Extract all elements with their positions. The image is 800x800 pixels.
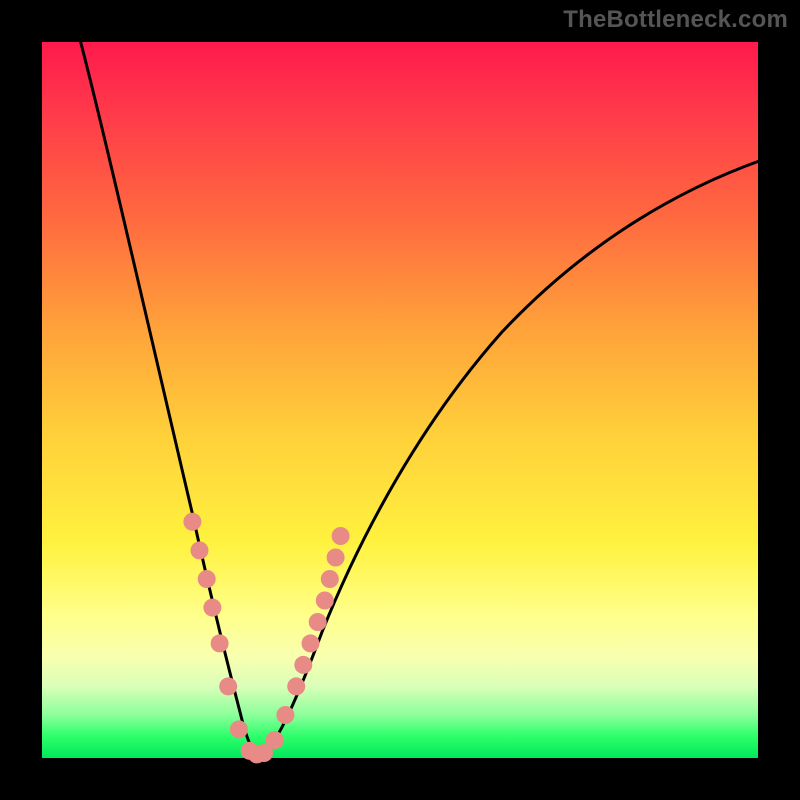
highlight-dot bbox=[211, 634, 229, 652]
highlight-dot bbox=[294, 656, 312, 674]
outer-frame: TheBottleneck.com bbox=[0, 0, 800, 800]
highlight-dot bbox=[230, 720, 248, 738]
highlight-dot bbox=[302, 634, 320, 652]
highlight-dot bbox=[309, 613, 327, 631]
highlight-dot bbox=[203, 599, 221, 617]
highlight-dot bbox=[287, 677, 305, 695]
highlight-dot bbox=[316, 592, 334, 610]
highlight-dot bbox=[327, 549, 345, 567]
highlight-dot bbox=[332, 527, 350, 545]
watermark-text: TheBottleneck.com bbox=[563, 6, 788, 34]
bottleneck-curve-right bbox=[258, 160, 762, 756]
highlight-dot bbox=[198, 570, 216, 588]
highlight-dot bbox=[183, 513, 201, 531]
highlight-dot bbox=[266, 731, 284, 749]
highlight-dot bbox=[219, 677, 237, 695]
highlight-dot bbox=[321, 570, 339, 588]
highlight-dot bbox=[276, 706, 294, 724]
highlight-dots bbox=[183, 513, 349, 764]
bottleneck-curve-left bbox=[78, 32, 258, 756]
curve-group bbox=[78, 32, 762, 756]
highlight-dot bbox=[191, 541, 209, 559]
chart-svg bbox=[42, 42, 758, 758]
